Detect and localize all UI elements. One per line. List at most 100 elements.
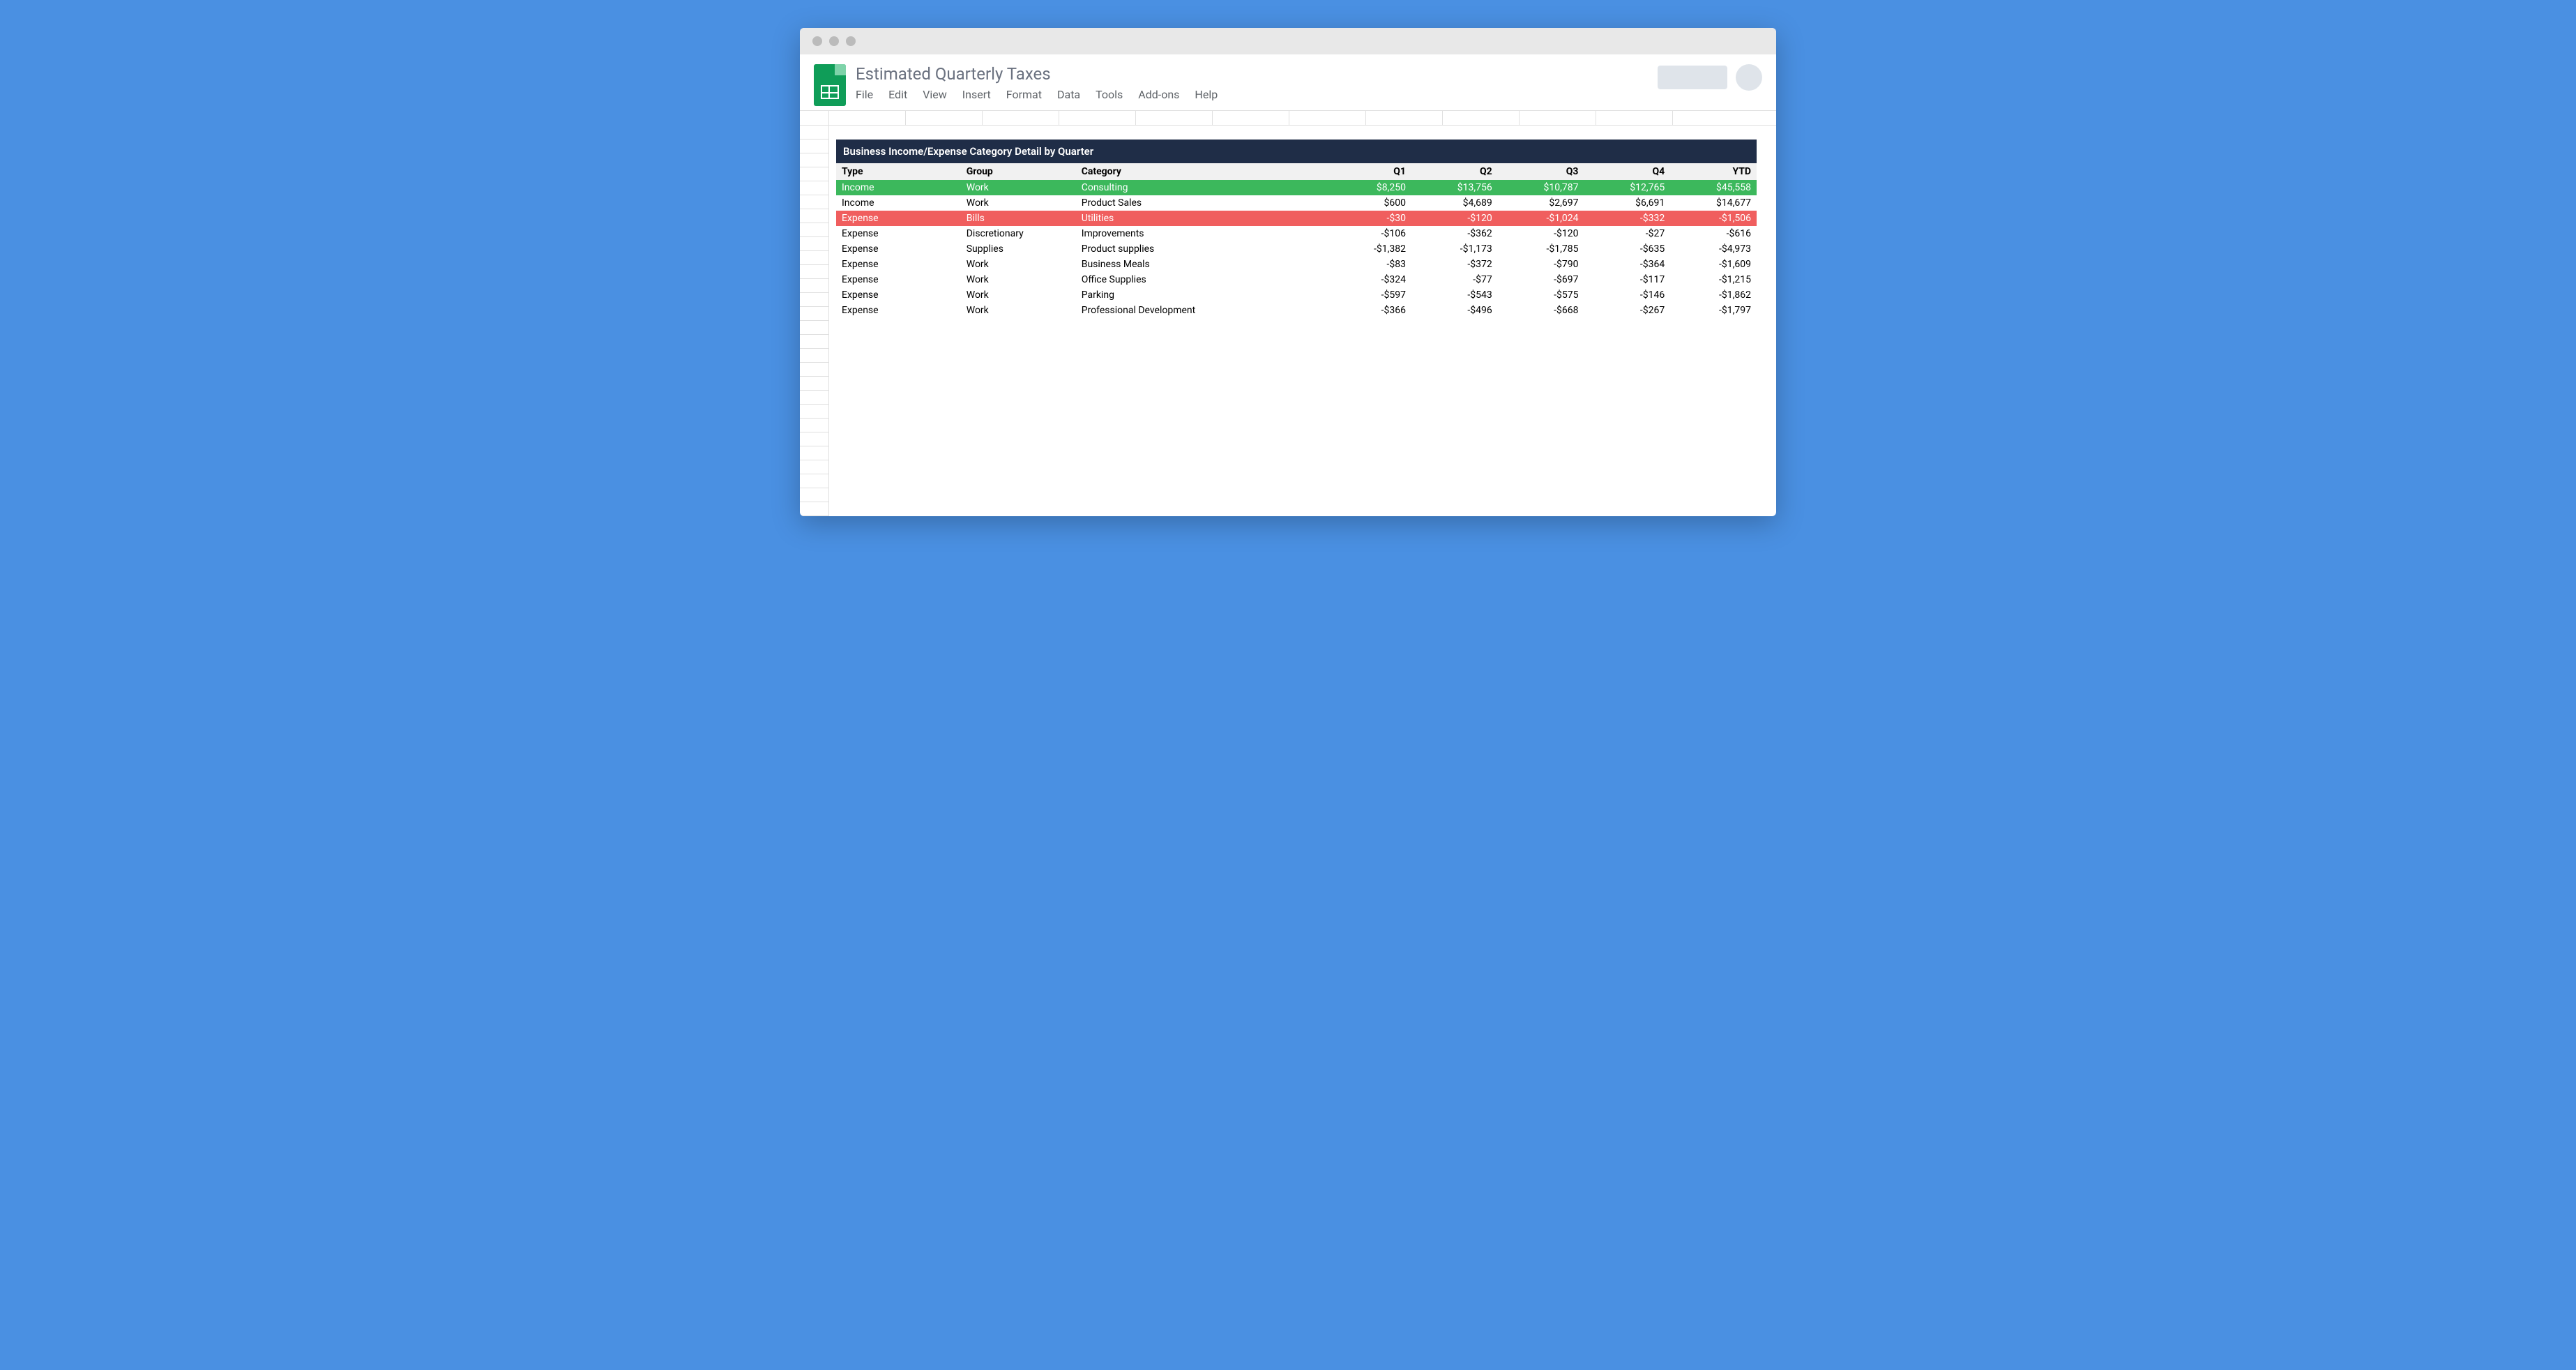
cell-q1[interactable]: -$106 (1325, 226, 1411, 241)
row-number[interactable] (800, 488, 828, 502)
cell-type[interactable]: Expense (836, 287, 961, 303)
cell-ytd[interactable]: -$1,215 (1670, 272, 1757, 287)
col-type[interactable]: Type (836, 163, 961, 180)
cell-q4[interactable]: -$364 (1584, 257, 1670, 272)
document-title[interactable]: Estimated Quarterly Taxes (856, 64, 1648, 84)
column-header[interactable] (1443, 111, 1520, 125)
row-number[interactable] (800, 293, 828, 307)
cell-category[interactable]: Consulting (1076, 180, 1325, 195)
cell-category[interactable]: Product Sales (1076, 195, 1325, 211)
cell-ytd[interactable]: $45,558 (1670, 180, 1757, 195)
cell-category[interactable]: Office Supplies (1076, 272, 1325, 287)
cell-type[interactable]: Income (836, 180, 961, 195)
cell-q3[interactable]: -$1,024 (1498, 211, 1584, 226)
cell-ytd[interactable]: -$1,862 (1670, 287, 1757, 303)
menu-insert[interactable]: Insert (962, 88, 991, 101)
cell-group[interactable]: Work (961, 287, 1076, 303)
window-minimize-button[interactable] (829, 36, 839, 46)
account-avatar[interactable] (1736, 64, 1762, 91)
row-number[interactable] (800, 307, 828, 321)
menu-data[interactable]: Data (1057, 88, 1080, 101)
cell-category[interactable]: Business Meals (1076, 257, 1325, 272)
menu-format[interactable]: Format (1006, 88, 1042, 101)
cell-q2[interactable]: -$77 (1411, 272, 1498, 287)
cell-group[interactable]: Discretionary (961, 226, 1076, 241)
column-header[interactable] (1289, 111, 1366, 125)
window-maximize-button[interactable] (846, 36, 856, 46)
cell-q1[interactable]: -$30 (1325, 211, 1411, 226)
column-header[interactable] (1366, 111, 1443, 125)
row-number[interactable] (800, 126, 828, 140)
menu-view[interactable]: View (923, 88, 947, 101)
cell-q2[interactable]: $4,689 (1411, 195, 1498, 211)
cell-q1[interactable]: -$324 (1325, 272, 1411, 287)
col-q2[interactable]: Q2 (1411, 163, 1498, 180)
col-q4[interactable]: Q4 (1584, 163, 1670, 180)
cell-q3[interactable]: -$1,785 (1498, 241, 1584, 257)
row-number[interactable] (800, 502, 828, 516)
cell-q2[interactable]: -$372 (1411, 257, 1498, 272)
cell-type[interactable]: Expense (836, 241, 961, 257)
cell-group[interactable]: Bills (961, 211, 1076, 226)
menu-file[interactable]: File (856, 88, 873, 101)
cell-q2[interactable]: -$1,173 (1411, 241, 1498, 257)
cell-type[interactable]: Expense (836, 226, 961, 241)
cell-type[interactable]: Expense (836, 211, 961, 226)
column-header[interactable] (1213, 111, 1289, 125)
cell-q4[interactable]: -$267 (1584, 303, 1670, 318)
cell-q1[interactable]: $600 (1325, 195, 1411, 211)
cell-category[interactable]: Product supplies (1076, 241, 1325, 257)
cell-q2[interactable]: -$362 (1411, 226, 1498, 241)
menu-help[interactable]: Help (1195, 88, 1218, 101)
cell-type[interactable]: Expense (836, 303, 961, 318)
cell-ytd[interactable]: -$1,506 (1670, 211, 1757, 226)
cell-ytd[interactable]: -$1,797 (1670, 303, 1757, 318)
row-number[interactable] (800, 349, 828, 363)
cell-ytd[interactable]: $14,677 (1670, 195, 1757, 211)
row-number[interactable] (800, 223, 828, 237)
cell-group[interactable]: Work (961, 272, 1076, 287)
table-row[interactable]: ExpenseWorkProfessional Development-$366… (836, 303, 1757, 318)
table-row[interactable]: ExpenseWorkBusiness Meals-$83-$372-$790-… (836, 257, 1757, 272)
cell-q3[interactable]: $2,697 (1498, 195, 1584, 211)
cell-q4[interactable]: $6,691 (1584, 195, 1670, 211)
column-header[interactable] (1520, 111, 1596, 125)
cell-group[interactable]: Work (961, 303, 1076, 318)
column-header[interactable] (829, 111, 906, 125)
cell-q1[interactable]: -$83 (1325, 257, 1411, 272)
row-number[interactable] (800, 209, 828, 223)
col-q3[interactable]: Q3 (1498, 163, 1584, 180)
table-row[interactable]: ExpenseSuppliesProduct supplies-$1,382-$… (836, 241, 1757, 257)
cell-q4[interactable]: -$332 (1584, 211, 1670, 226)
row-number[interactable] (800, 153, 828, 167)
cell-q4[interactable]: -$635 (1584, 241, 1670, 257)
row-number[interactable] (800, 140, 828, 153)
cell-group[interactable]: Work (961, 180, 1076, 195)
cell-q4[interactable]: $12,765 (1584, 180, 1670, 195)
row-number[interactable] (800, 419, 828, 432)
cell-group[interactable]: Work (961, 195, 1076, 211)
row-number[interactable] (800, 167, 828, 181)
row-number[interactable] (800, 405, 828, 419)
table-row[interactable]: ExpenseWorkParking-$597-$543-$575-$146-$… (836, 287, 1757, 303)
cell-q4[interactable]: -$146 (1584, 287, 1670, 303)
menu-tools[interactable]: Tools (1096, 88, 1123, 101)
cell-type[interactable]: Expense (836, 272, 961, 287)
cell-q1[interactable]: -$1,382 (1325, 241, 1411, 257)
table-row[interactable]: IncomeWorkConsulting$8,250$13,756$10,787… (836, 180, 1757, 195)
cell-type[interactable]: Income (836, 195, 961, 211)
cell-category[interactable]: Utilities (1076, 211, 1325, 226)
cell-q3[interactable]: -$790 (1498, 257, 1584, 272)
row-number[interactable] (800, 321, 828, 335)
col-category[interactable]: Category (1076, 163, 1325, 180)
row-number[interactable] (800, 181, 828, 195)
row-number[interactable] (800, 363, 828, 377)
row-number[interactable] (800, 474, 828, 488)
row-number[interactable] (800, 279, 828, 293)
row-number[interactable] (800, 377, 828, 391)
row-number[interactable] (800, 195, 828, 209)
column-header[interactable] (1059, 111, 1136, 125)
cell-q3[interactable]: -$697 (1498, 272, 1584, 287)
cell-q1[interactable]: $8,250 (1325, 180, 1411, 195)
table-row[interactable]: ExpenseDiscretionaryImprovements-$106-$3… (836, 226, 1757, 241)
